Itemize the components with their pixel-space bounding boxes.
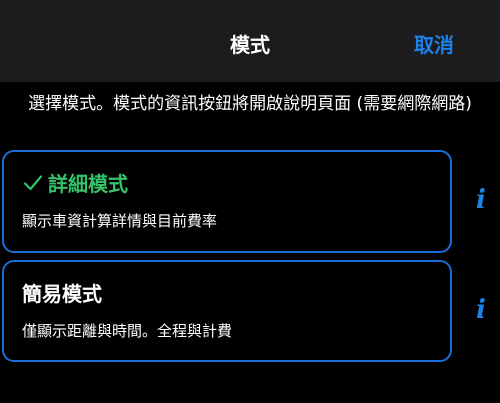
navigation-bar: 模式 取消 bbox=[0, 0, 500, 82]
cancel-button[interactable]: 取消 bbox=[414, 29, 454, 58]
simple-mode-description: 僅顯示距離與時間。全程與計費 bbox=[22, 322, 233, 340]
checkmark-icon bbox=[23, 174, 43, 190]
simple-mode-info-button[interactable]: i bbox=[468, 295, 494, 325]
detailed-mode-description: 顯示車資計算詳情與目前費率 bbox=[22, 212, 218, 230]
detailed-mode-label: 詳細模式 bbox=[48, 172, 128, 196]
simple-mode-title: 簡易模式 bbox=[22, 282, 102, 306]
detailed-mode-info-button[interactable]: i bbox=[468, 185, 494, 215]
instructions-text: 選擇模式。模式的資訊按鈕將開啟說明頁面 (需要網際網路) bbox=[28, 94, 472, 114]
detailed-mode-option[interactable]: 詳細模式 顯示車資計算詳情與目前費率 bbox=[2, 150, 452, 253]
detailed-mode-title: 詳細模式 bbox=[22, 168, 128, 197]
simple-mode-option[interactable]: 簡易模式 僅顯示距離與時間。全程與計費 bbox=[2, 260, 452, 362]
